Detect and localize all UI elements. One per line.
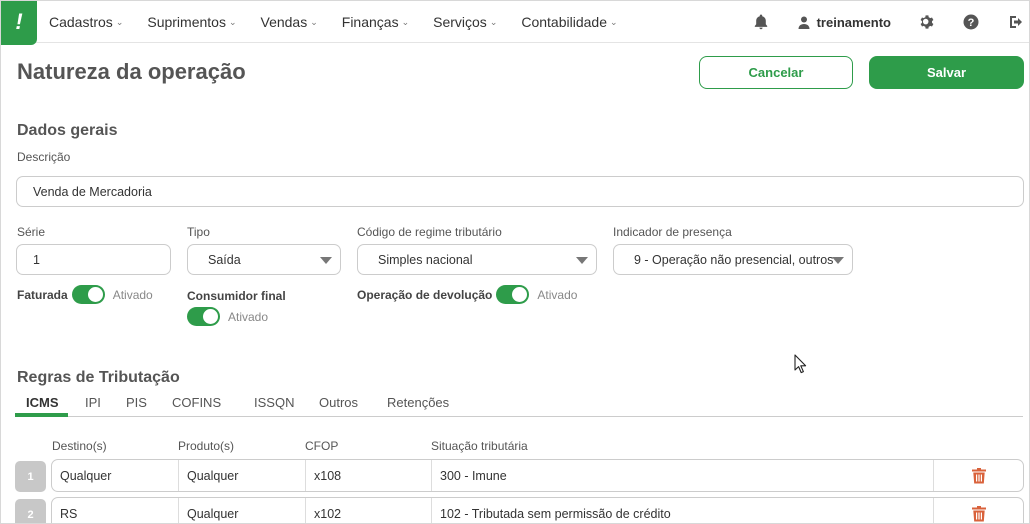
presenca-value: 9 - Operação não presencial, outros xyxy=(634,252,834,267)
menu-label: Cadastros xyxy=(49,14,113,30)
menu-label: Contabilidade xyxy=(521,14,607,30)
column-header-destino: Destino(s) xyxy=(52,439,107,453)
column-header-situacao: Situação tributária xyxy=(431,439,528,453)
cell-produto: Qualquer xyxy=(178,460,305,491)
trash-icon xyxy=(971,467,986,483)
serie-value: 1 xyxy=(33,252,40,267)
tax-tabs: ICMS IPI PIS COFINS ISSQN Outros Retençõ… xyxy=(15,391,1023,417)
menu-label: Vendas xyxy=(260,14,308,30)
caret-down-icon xyxy=(320,257,332,264)
menu-cadastros[interactable]: Cadastros ⌄ xyxy=(49,14,123,30)
regime-label: Código de regime tributário xyxy=(357,225,502,239)
user-icon xyxy=(798,16,810,29)
menu-label: Finanças xyxy=(341,14,399,30)
column-header-produto: Produto(s) xyxy=(178,439,235,453)
serie-input[interactable]: 1 xyxy=(16,244,171,275)
descricao-value: Venda de Mercadoria xyxy=(33,184,152,199)
help-icon[interactable]: ? xyxy=(963,1,979,43)
cell-situacao: 102 - Tributada sem permissão de crédito xyxy=(431,498,931,523)
presenca-select[interactable]: 9 - Operação não presencial, outros xyxy=(613,244,853,275)
bell-icon[interactable] xyxy=(754,1,768,43)
descricao-label: Descrição xyxy=(17,150,71,164)
tab-outros[interactable]: Outros xyxy=(319,395,358,410)
chevron-down-icon: ⌄ xyxy=(401,16,410,27)
consumidor-toggle-row: Ativado xyxy=(183,307,268,326)
user-name: treinamento xyxy=(816,14,891,30)
column-header-cfop: CFOP xyxy=(305,439,339,453)
header-tools: treinamento ? xyxy=(754,1,1025,43)
row-number[interactable]: 2 xyxy=(15,499,46,523)
logout-icon[interactable] xyxy=(1009,1,1025,43)
menu-servicos[interactable]: Serviços ⌄ xyxy=(433,14,497,30)
cell-destino: RS xyxy=(60,506,78,521)
tipo-value: Saída xyxy=(208,252,241,267)
save-button[interactable]: Salvar xyxy=(869,56,1024,89)
caret-down-icon xyxy=(832,257,844,264)
gear-icon[interactable] xyxy=(919,1,935,43)
app-window: ! Cadastros ⌄ Suprimentos ⌄ Vendas ⌄ Finanç… xyxy=(0,0,1030,524)
tipo-select[interactable]: Saída xyxy=(187,244,341,275)
delete-row-button[interactable] xyxy=(933,460,1023,491)
cell-situacao: 300 - Imune xyxy=(431,460,931,491)
page-title: Natureza da operação xyxy=(17,59,246,84)
main-menu: Cadastros ⌄ Suprimentos ⌄ Vendas ⌄ Finanças… xyxy=(49,1,642,43)
tab-ipi[interactable]: IPI xyxy=(85,395,101,410)
tab-cofins[interactable]: COFINS xyxy=(172,395,221,410)
cell-produto: Qualquer xyxy=(178,498,305,523)
consumidor-label: Consumidor final xyxy=(187,289,286,303)
cancel-button[interactable]: Cancelar xyxy=(699,56,853,89)
table-row[interactable]: RS Qualquer x102 102 - Tributada sem per… xyxy=(51,497,1024,523)
app-logo[interactable]: ! xyxy=(1,1,37,45)
menu-financas[interactable]: Finanças ⌄ xyxy=(342,14,409,30)
active-tab-indicator xyxy=(15,413,68,417)
section-title-general: Dados gerais xyxy=(17,122,118,139)
row-number[interactable]: 1 xyxy=(15,461,46,492)
regime-value: Simples nacional xyxy=(378,252,473,267)
chevron-down-icon: ⌄ xyxy=(310,16,318,27)
user-menu[interactable]: treinamento xyxy=(798,15,891,30)
menu-label: Suprimentos xyxy=(147,14,226,30)
chevron-down-icon: ⌄ xyxy=(489,16,498,27)
tab-pis[interactable]: PIS xyxy=(126,395,147,410)
devolucao-label: Operação de devolução xyxy=(357,287,493,302)
menu-label: Serviços xyxy=(433,14,487,30)
tab-issqn[interactable]: ISSQN xyxy=(254,395,294,410)
section-title-rules: Regras de Tributação xyxy=(17,369,180,386)
descricao-input[interactable]: Venda de Mercadoria xyxy=(16,176,1024,207)
caret-down-icon xyxy=(576,257,588,264)
faturada-toggle-row: Faturada Ativado xyxy=(17,285,153,304)
mouse-cursor-icon xyxy=(794,354,807,374)
menu-contabilidade[interactable]: Contabilidade ⌄ xyxy=(521,14,617,30)
chevron-down-icon: ⌄ xyxy=(228,16,237,27)
trash-icon xyxy=(971,505,986,521)
svg-text:?: ? xyxy=(968,17,975,29)
devolucao-switch[interactable] xyxy=(496,285,530,304)
chevron-down-icon: ⌄ xyxy=(609,16,618,27)
top-navbar: ! Cadastros ⌄ Suprimentos ⌄ Vendas ⌄ Finanç… xyxy=(1,1,1029,45)
tipo-label: Tipo xyxy=(187,225,210,239)
faturada-switch[interactable] xyxy=(71,285,105,304)
devolucao-toggle-row: Operação de devolução Ativado xyxy=(357,285,577,304)
cell-cfop: x108 xyxy=(305,460,431,491)
presenca-label: Indicador de presença xyxy=(613,225,732,239)
delete-row-button[interactable] xyxy=(933,498,1023,523)
consumidor-switch[interactable] xyxy=(187,307,220,326)
faturada-label: Faturada xyxy=(17,287,68,302)
menu-vendas[interactable]: Vendas ⌄ xyxy=(261,14,318,30)
tab-icms[interactable]: ICMS xyxy=(26,395,59,410)
serie-label: Série xyxy=(17,225,46,239)
chevron-down-icon: ⌄ xyxy=(115,16,124,27)
tab-retencoes[interactable]: Retenções xyxy=(387,395,449,410)
cell-destino: Qualquer xyxy=(60,468,112,483)
cell-cfop: x102 xyxy=(305,498,431,523)
faturada-state: Ativado xyxy=(112,287,153,302)
consumidor-state: Ativado xyxy=(228,309,269,324)
devolucao-state: Ativado xyxy=(537,287,578,302)
regime-select[interactable]: Simples nacional xyxy=(357,244,597,275)
table-row[interactable]: Qualquer Qualquer x108 300 - Imune xyxy=(51,459,1024,492)
menu-suprimentos[interactable]: Suprimentos ⌄ xyxy=(147,14,236,30)
